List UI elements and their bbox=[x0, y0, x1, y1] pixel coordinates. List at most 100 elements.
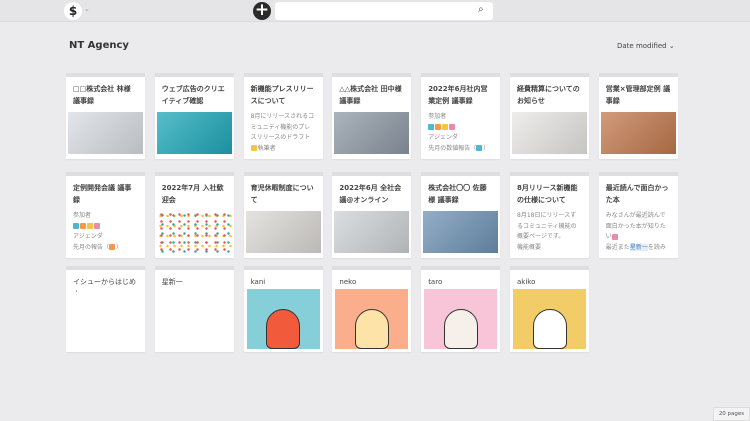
user-icon bbox=[435, 124, 442, 130]
search-input[interactable] bbox=[275, 2, 493, 20]
user-icon bbox=[442, 124, 449, 130]
page-card[interactable]: 経費精算についてのお知らせ bbox=[510, 73, 589, 159]
page-card-title: 新機能プレスリリースについて bbox=[250, 85, 314, 105]
user-icon bbox=[109, 244, 116, 250]
woman-figure bbox=[532, 309, 567, 349]
crab-figure bbox=[266, 309, 301, 349]
user-icon bbox=[94, 223, 100, 229]
sort-label: Date modified bbox=[617, 42, 667, 50]
page-card[interactable]: 星新一 bbox=[154, 266, 234, 352]
cat-illustration-image bbox=[335, 289, 409, 349]
page-card-title: 定例開発会議 議事録 bbox=[73, 184, 132, 204]
page-card[interactable]: ウェブ広告のクリエイティブ確認 bbox=[154, 73, 234, 159]
description-line: 先月の報告（ ） bbox=[73, 243, 138, 254]
page-card[interactable]: △△株式会社 田中様 議事録 bbox=[332, 73, 412, 159]
description-text: 参加者 bbox=[428, 113, 447, 120]
description-text: 8月18日にリリースするコミュニティ機能の概要ページです。 bbox=[517, 212, 577, 240]
hands-together-image bbox=[600, 112, 676, 154]
project-logo-icon[interactable]: $ bbox=[64, 2, 82, 20]
description-line: 最近また星新一を読み bbox=[606, 243, 671, 254]
page-count: 20 pages bbox=[713, 407, 750, 421]
page-card[interactable]: akiko bbox=[510, 266, 589, 352]
description-line: 参加者 bbox=[428, 112, 493, 123]
man-illustration-image bbox=[424, 289, 498, 349]
page-card[interactable]: 育児休暇制度について bbox=[243, 172, 323, 258]
online-meeting-image bbox=[334, 211, 410, 253]
chevron-down-icon[interactable]: ⌄ bbox=[84, 5, 90, 13]
description-text: 機能概要 bbox=[517, 243, 542, 251]
user-icon bbox=[87, 223, 93, 229]
page-link[interactable]: 星新一 bbox=[629, 243, 648, 251]
page-card[interactable]: 株式会社〇〇 佐藤様 議事録 bbox=[421, 172, 501, 258]
page-card-title: イシューからはじめよ bbox=[73, 278, 136, 292]
page-card[interactable]: 新機能プレスリリースについて 8月にリリースされるコミュニティ機能のプレスリリース… bbox=[243, 73, 323, 159]
cat-figure bbox=[354, 309, 389, 349]
page-card-title: 経費精算についてのお知らせ bbox=[517, 85, 580, 105]
page-card-title: 育児休暇制度について bbox=[250, 184, 314, 204]
page-card[interactable]: 2022年7月 入社歓迎会 bbox=[154, 172, 234, 258]
description-line: アジェンダ bbox=[428, 133, 493, 144]
page-card[interactable]: イシューからはじめよ bbox=[66, 266, 145, 352]
description-text: アジェンダ bbox=[428, 134, 458, 141]
woman-illustration-image bbox=[513, 289, 586, 349]
description-line bbox=[73, 222, 138, 233]
description-text: 8月にリリースされるコミュニティ機能のプレスリリースのドラフト bbox=[250, 113, 315, 141]
new-page-button[interactable]: + bbox=[253, 2, 271, 20]
page-card-title: 星新一 bbox=[161, 278, 183, 286]
confetti-image bbox=[156, 211, 232, 253]
page-card-title: 2022年7月 入社歓迎会 bbox=[161, 184, 224, 204]
user-icon bbox=[611, 233, 618, 240]
page-card-title: ウェブ広告のクリエイティブ確認 bbox=[161, 85, 225, 105]
page-card-title: 2022年6月 全社会議@オンライン bbox=[339, 184, 402, 204]
description-text: 先月の報告（ bbox=[73, 243, 110, 251]
page-card-title: △△株式会社 田中様 議事録 bbox=[339, 85, 402, 105]
description-line: 8月にリリースされるコミュニティ機能のプレスリリースのドラフト bbox=[251, 112, 316, 144]
page-card[interactable]: 2022年6月社内営業定例 議事録 参加者 アジェンダ 先月の数値報告（ ） bbox=[421, 73, 501, 159]
page-card-title: □□株式会社 林様 議事録 bbox=[73, 85, 131, 105]
page-card[interactable]: 最近読んで面白かった本みなさんが最近読んで面白かった本が知りたい 最近また星新一を… bbox=[598, 172, 678, 258]
man-figure bbox=[443, 309, 478, 349]
baby-with-bear-image bbox=[245, 211, 321, 253]
description-suffix: を読み bbox=[647, 243, 666, 251]
user-icon bbox=[428, 124, 435, 130]
description-text: アジェンダ bbox=[73, 233, 103, 240]
team-meeting-image bbox=[334, 112, 410, 154]
description-line: 執筆者 bbox=[250, 144, 316, 155]
page-card-description: 8月にリリースされるコミュニティ機能のプレスリリースのドラフト執筆者 bbox=[244, 111, 323, 155]
top-navbar: $ ⌄ + ⌕ bbox=[0, 0, 750, 22]
crab-illustration-image bbox=[246, 289, 320, 349]
description-text: 先月の数値報告（ bbox=[428, 144, 477, 152]
page-card[interactable]: neko bbox=[332, 266, 412, 352]
page-card[interactable]: 2022年6月 全社会議@オンライン bbox=[332, 172, 412, 258]
page-card[interactable]: 営業×管理部定例 議事録 bbox=[598, 73, 678, 159]
page-card-description: 参加者アジェンダ先月の報告（ ） bbox=[66, 210, 145, 254]
page-card[interactable]: □□株式会社 林様 議事録 bbox=[66, 73, 145, 159]
description-text: 執筆者 bbox=[257, 144, 276, 152]
description-text: 最近また bbox=[605, 243, 630, 251]
page-card-title: 株式会社〇〇 佐藤様 議事録 bbox=[428, 184, 487, 204]
page-card-description: 8月18日にリリースするコミュニティ機能の概要ページです。機能概要 bbox=[510, 210, 589, 254]
page-card[interactable]: 8月リリース新機能の仕様について 8月18日にリリースするコミュニティ機能の概要ペ… bbox=[510, 172, 589, 258]
page-card[interactable]: 定例開発会議 議事録参加者アジェンダ先月の報告（ ） bbox=[66, 172, 145, 258]
chevron-down-icon: ⌄ bbox=[668, 42, 675, 50]
search-icon[interactable]: ⌕ bbox=[478, 4, 484, 15]
user-icon bbox=[250, 145, 257, 151]
user-icon bbox=[80, 223, 86, 229]
page-card[interactable]: taro bbox=[421, 266, 501, 352]
page-card-title: 8月リリース新機能の仕様について bbox=[517, 184, 578, 204]
project-title: NT Agency bbox=[69, 40, 129, 51]
description-line bbox=[428, 123, 493, 134]
description-text: 参加者 bbox=[73, 212, 92, 219]
workshop-table-image bbox=[423, 211, 499, 253]
description-line: 参加者 bbox=[73, 211, 138, 222]
sort-dropdown[interactable]: Date modified ⌄ bbox=[617, 42, 675, 50]
description-line: 8月18日にリリースするコミュニティ機能の概要ページです。 bbox=[517, 211, 582, 243]
description-suffix: ） bbox=[116, 243, 123, 251]
page-card[interactable]: kani bbox=[243, 266, 323, 352]
user-icon bbox=[449, 124, 456, 130]
laptop-video-call-image bbox=[68, 112, 143, 154]
page-card-title: 最近読んで面白かった本 bbox=[605, 184, 669, 204]
page-card-description: みなさんが最近読んで面白かった本が知りたい 最近また星新一を読み bbox=[599, 210, 678, 254]
description-line: 先月の数値報告（ ） bbox=[428, 144, 493, 155]
web-ad-banner-image bbox=[156, 112, 232, 154]
